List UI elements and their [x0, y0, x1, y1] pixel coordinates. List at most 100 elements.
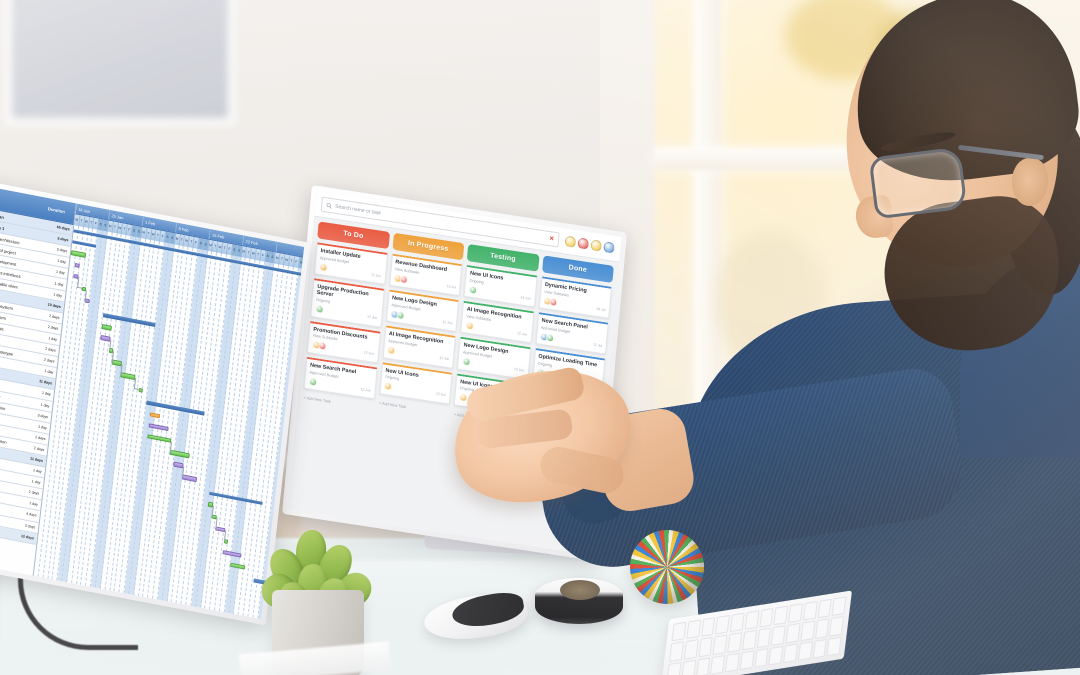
card-assignees [543, 296, 558, 307]
card-assignees [386, 345, 396, 356]
kanban-card[interactable]: New Search Panel Approved Budget 12 Jul [534, 312, 609, 356]
card-date: 18 Jul [596, 306, 606, 312]
card-assignee-avatar[interactable] [465, 321, 474, 331]
task-duration: 2 days [47, 324, 59, 331]
task-duration: 65 days [56, 225, 70, 232]
kanban-card[interactable]: Dynamic Pricing View Subtasks 18 Jul [538, 276, 612, 319]
card-assignee-avatar[interactable] [386, 345, 396, 356]
kanban-card[interactable]: Revenue Dashboard View Subtasks 15 Jul [388, 253, 463, 297]
clear-search-icon[interactable]: ✕ [549, 235, 555, 243]
card-date: 12 Jun [370, 272, 382, 278]
card-assignee-avatar[interactable] [318, 262, 328, 272]
card-date: 12 Jun [513, 367, 525, 373]
task-duration: 2 days [43, 357, 55, 364]
card-assignee-avatar[interactable] [461, 357, 471, 367]
kanban-card[interactable]: New Logo Design Approved Budget 12 Jun [456, 336, 531, 380]
card-assignee-avatar[interactable] [314, 304, 324, 314]
task-duration: 1 day [53, 292, 63, 298]
task-duration: 1 day [55, 270, 65, 276]
task-duration: 11 days [38, 379, 53, 386]
card-assignees [383, 382, 393, 392]
kanban-card-list: Installer Update Approved Budget 12 Jun Upg… [303, 242, 388, 410]
kanban-card[interactable]: New UI Icons Ongoing 24 Jun [463, 264, 538, 308]
kanban-card[interactable]: Promotion Discounts View Subtasks 12 Jun [306, 320, 381, 364]
task-duration: 12 days [20, 533, 35, 541]
task-duration: 1 day [41, 391, 51, 397]
card-assignee-avatar[interactable] [399, 274, 409, 284]
task-duration: 1 day [40, 402, 50, 408]
gantt-bar[interactable] [74, 262, 80, 268]
card-assignees [539, 332, 555, 343]
card-assignees [390, 309, 405, 320]
kanban-card[interactable]: AI Image Recognition View Subtasks 12 Jun [460, 300, 534, 344]
task-duration: 1 day [32, 468, 42, 474]
card-assignees [468, 285, 477, 295]
card-date: 12 Jul [592, 342, 603, 348]
add-new-task-button[interactable]: + Add New Task [378, 401, 449, 416]
task-duration: 2 days [45, 346, 56, 353]
avatar-4[interactable] [603, 241, 615, 254]
task-duration: 1 day [37, 424, 48, 430]
kanban-card[interactable]: AI Image Recognition Approved Budget 12 Ju… [382, 325, 456, 369]
avatar-2[interactable] [577, 237, 590, 250]
task-duration: 11 days [29, 456, 44, 463]
task-duration: 3 days [37, 412, 49, 419]
task-duration: 2 days [48, 313, 60, 320]
task-duration: 10 days [47, 302, 62, 309]
task-duration: 4 days [25, 512, 37, 519]
kanban-card[interactable]: New Logo Design Approved Budget 12 Jun [385, 289, 460, 333]
column-header-task-name: Task Name [0, 192, 38, 209]
task-duration: 2 days [33, 445, 45, 452]
card-assignee-avatar[interactable] [383, 382, 393, 392]
card-date: 12 Jun [360, 386, 371, 393]
card-assignee-avatar[interactable] [549, 297, 558, 307]
kanban-card-list: Revenue Dashboard View Subtasks 15 Jul New … [378, 253, 463, 416]
picture-frame [5, 0, 235, 125]
card-date: 12 Jun [442, 319, 453, 326]
rubber-band-ball [630, 530, 704, 604]
task-duration: 1 day [28, 501, 39, 508]
card-assignees [318, 262, 328, 272]
kanban-card[interactable]: New Search Panel Approved Budget 12 Jun [303, 356, 378, 400]
card-assignee-avatar[interactable] [458, 393, 468, 403]
card-assignee-avatar[interactable] [396, 310, 405, 320]
avatar-1[interactable] [564, 235, 577, 249]
task-duration: 1 day [54, 281, 64, 287]
task-duration: 1 day [48, 336, 58, 342]
search-icon [326, 202, 332, 209]
task-duration: 2 days [28, 490, 40, 497]
card-assignees [393, 273, 409, 284]
card-assignees [314, 304, 324, 314]
tape-roll-hole [560, 580, 600, 600]
gantt-app: Task Name Duration 1Project Plan65 days2… [0, 183, 305, 620]
card-assignee-avatar[interactable] [317, 341, 327, 351]
card-date: 12 Jun [517, 331, 528, 337]
task-duration: 1 day [57, 258, 67, 265]
card-assignees [461, 357, 471, 367]
card-assignee-avatar[interactable] [545, 333, 555, 343]
add-new-task-button[interactable]: + Add New Task [303, 396, 374, 411]
card-assignees [465, 321, 474, 331]
column-header-duration: Duration [47, 206, 66, 215]
card-assignees [311, 340, 327, 351]
glasses-lens [868, 146, 968, 220]
card-assignees [308, 376, 318, 387]
task-duration: 2 days [34, 434, 46, 441]
card-date: 24 Jun [520, 295, 531, 301]
card-date: 12 Jun [363, 350, 375, 357]
task-duration: 3 days [56, 247, 68, 254]
card-assignee-avatar[interactable] [468, 285, 477, 295]
card-assignee-avatar[interactable] [308, 376, 318, 387]
office-scene: Search name or task ✕ To Do Installer Upd… [0, 0, 1080, 675]
kanban-card[interactable]: Installer Update Approved Budget 12 Jun [313, 242, 388, 286]
kanban-card[interactable]: New UI IconsOngoing12 Jun [378, 361, 453, 405]
card-date: 12 Jun [438, 355, 450, 362]
avatar-group [564, 235, 615, 254]
task-duration: 3 days [24, 523, 36, 530]
card-date: 12 Jun [435, 391, 447, 398]
card-assignees [458, 393, 468, 403]
task-duration: 1 day [31, 479, 41, 486]
avatar-3[interactable] [590, 239, 603, 252]
card-date: 15 Jul [446, 283, 457, 290]
kanban-card[interactable]: Upgrade Production Server Ongoing 12 Jun [310, 278, 385, 328]
